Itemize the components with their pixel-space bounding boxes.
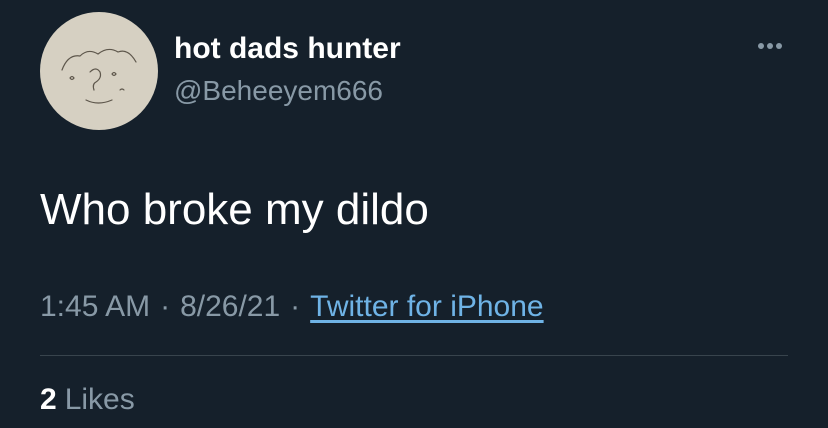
- display-name[interactable]: hot dads hunter: [174, 30, 401, 68]
- more-horizontal-icon: [758, 43, 782, 49]
- tweet-source-link[interactable]: Twitter for iPhone: [310, 290, 543, 323]
- avatar[interactable]: [40, 12, 158, 130]
- divider: [40, 355, 788, 356]
- tweet-text: Who broke my dildo: [40, 185, 429, 234]
- meta-separator: ·: [290, 290, 301, 323]
- user-handle[interactable]: @Beheeyem666: [174, 74, 383, 108]
- doodle-face-icon: [61, 48, 137, 104]
- tweet-meta: 1:45 AM · 8/26/21 · Twitter for iPhone: [40, 287, 544, 327]
- meta-separator: ·: [160, 290, 171, 323]
- likes-stat[interactable]: 2 Likes: [40, 380, 135, 420]
- tweet-time[interactable]: 1:45 AM: [40, 290, 150, 323]
- more-options-button[interactable]: [752, 34, 788, 58]
- likes-label: Likes: [64, 383, 135, 416]
- tweet-date[interactable]: 8/26/21: [180, 290, 280, 323]
- likes-count: 2: [40, 383, 57, 416]
